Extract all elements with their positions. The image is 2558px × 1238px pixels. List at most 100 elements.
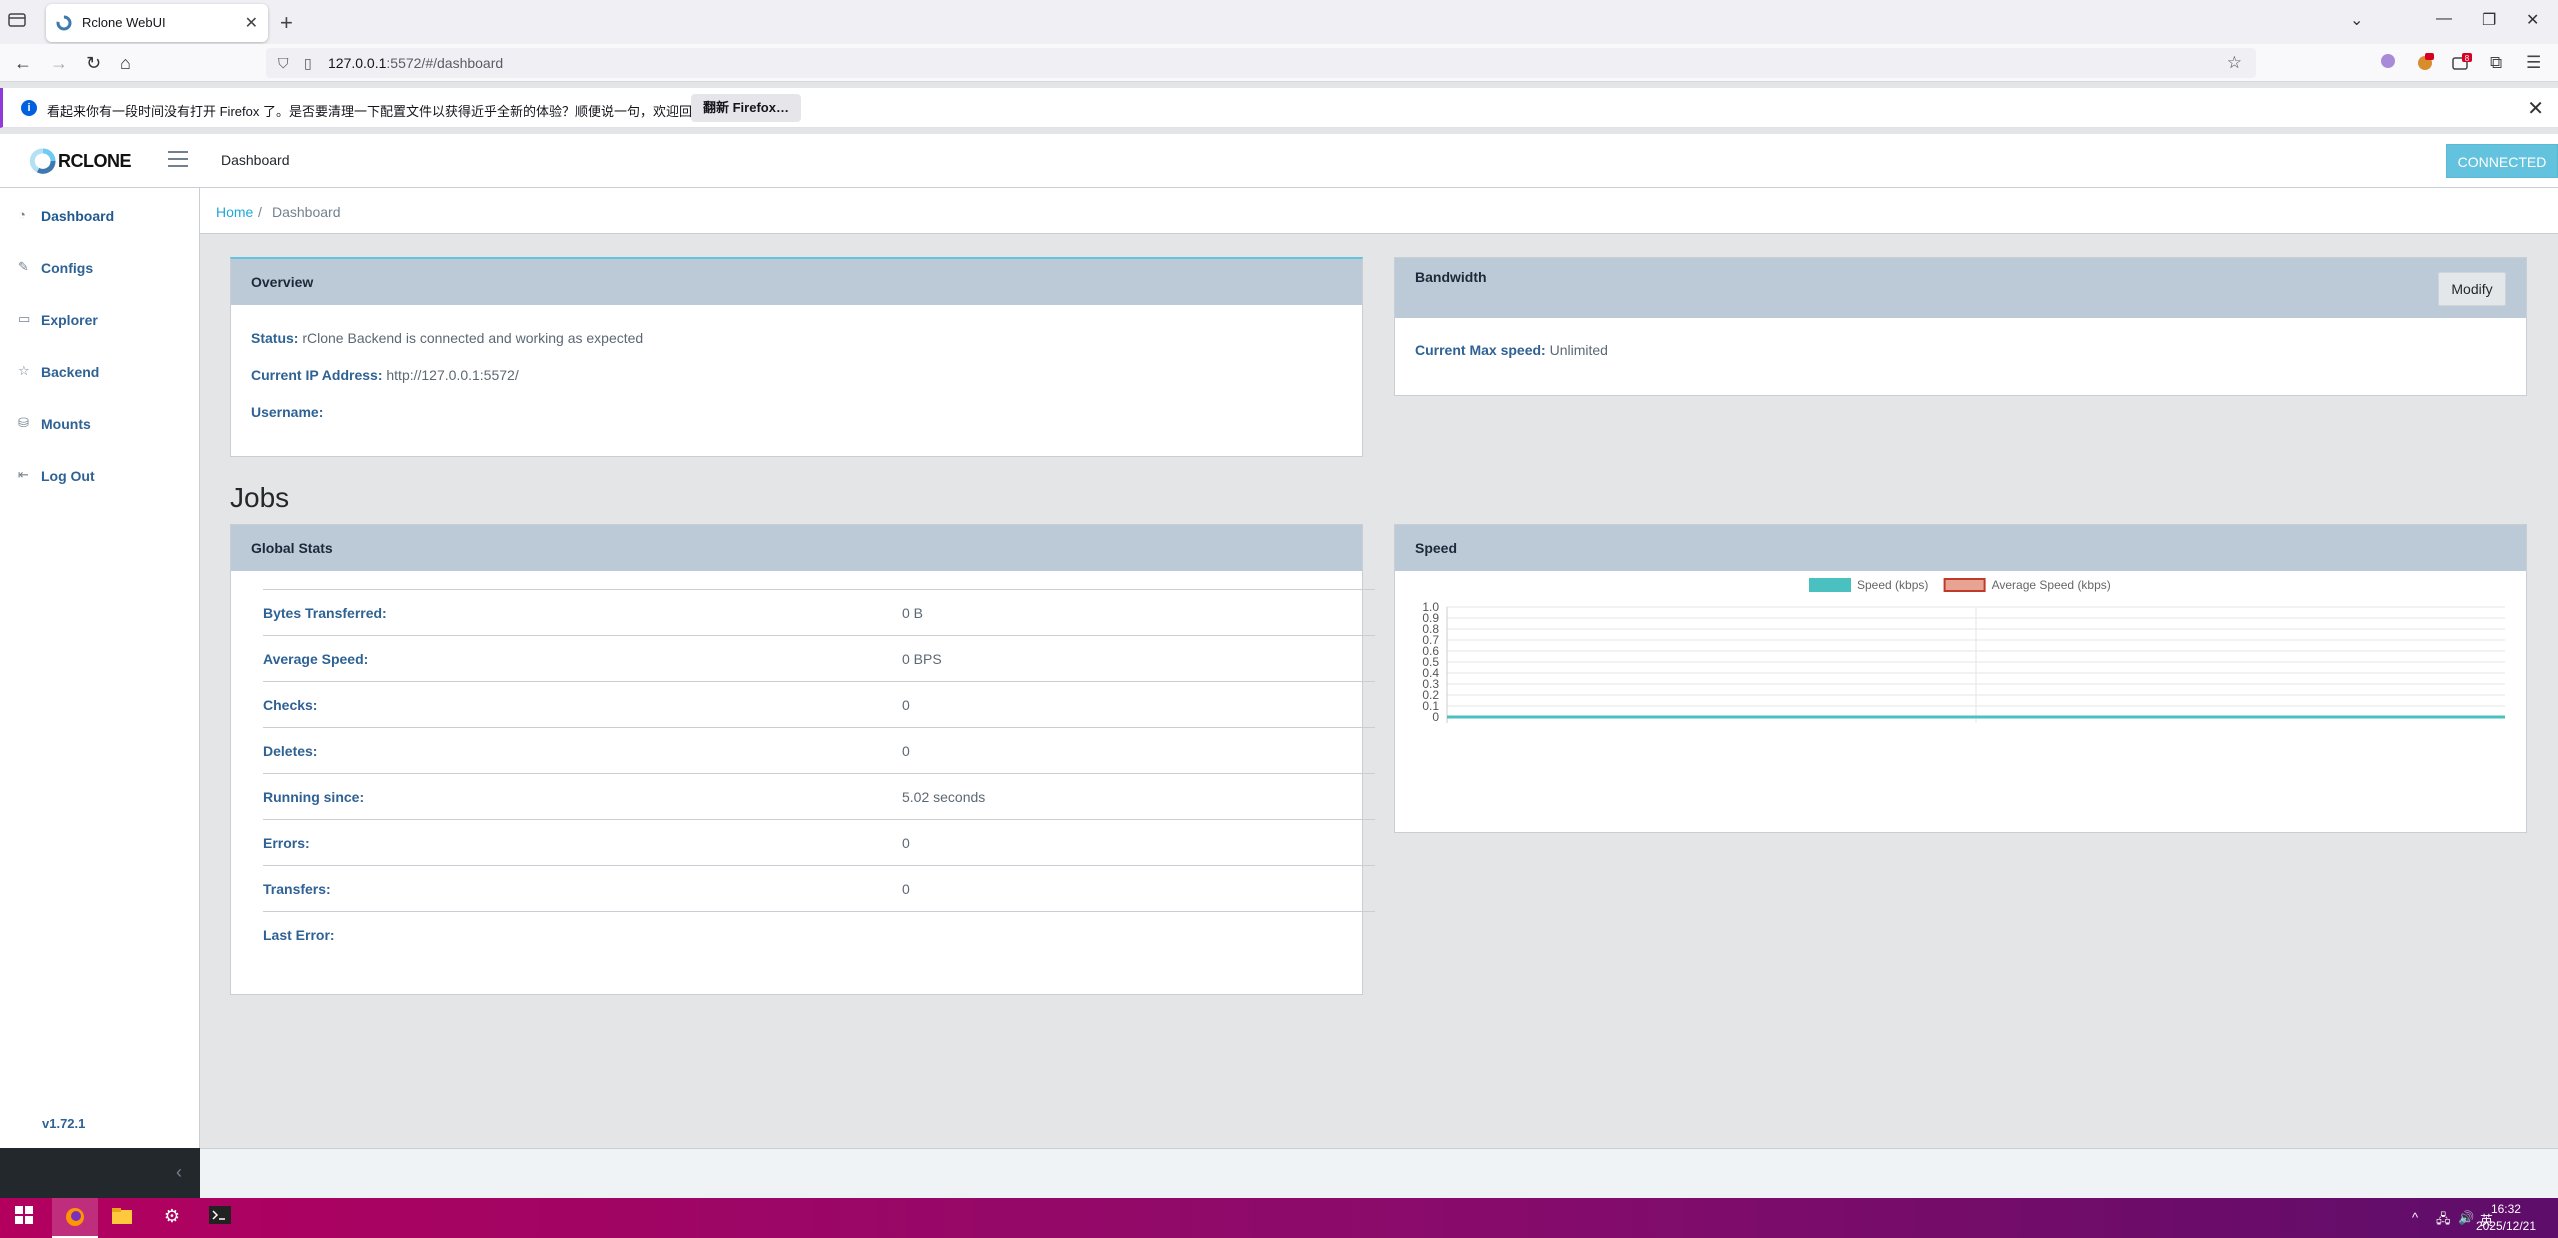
tray-chevron-up-icon[interactable]: ^ xyxy=(2412,1210,2418,1225)
bandwidth-card-title: Bandwidth xyxy=(1415,269,1487,285)
clock-date: 2025/12/21 xyxy=(2475,1219,2536,1233)
speed-card: Speed Speed (kbps) Average Speed (kbps) 1.… xyxy=(1394,524,2527,833)
bookmark-star-icon[interactable]: ☆ xyxy=(2227,53,2242,73)
restore-window-icon[interactable]: ❐ xyxy=(2482,10,2496,30)
speed-chart: Speed (kbps) Average Speed (kbps)1.00.90.… xyxy=(1422,578,2505,724)
extensions-puzzle-icon[interactable]: ⧉ xyxy=(2490,53,2502,73)
stats-row-key: Last Error: xyxy=(263,927,335,943)
global-stats-table: Bytes Transferred: 0 B Average Speed: 0 BPS… xyxy=(263,589,1375,957)
close-notification-icon[interactable]: ✕ xyxy=(2527,96,2544,121)
sidebar-item-backend[interactable]: ☆ Backend xyxy=(0,347,200,399)
firefox-notification-bar: i 看起来你有一段时间没有打开 Firefox 了。是否要清理一下配置文件以获得… xyxy=(0,88,2558,128)
network-icon[interactable]: 🖧 xyxy=(2436,1210,2451,1232)
sidebar-item-label: Dashboard xyxy=(41,208,115,224)
url-bar[interactable]: ⛉ ▯ 127.0.0.1:5572/#/dashboard ☆ xyxy=(266,48,2256,78)
legend-swatch[interactable] xyxy=(1943,578,1986,592)
browser-tab-rclone[interactable]: Rclone WebUI ✕ xyxy=(46,4,268,42)
shield-icon[interactable]: ⛉ xyxy=(278,55,289,72)
modify-bandwidth-button[interactable]: Modify xyxy=(2438,272,2506,306)
settings-gear-icon[interactable]: ⚙ xyxy=(160,1206,184,1230)
stats-row-key: Transfers: xyxy=(263,881,331,897)
jobs-title: Jobs xyxy=(230,482,290,513)
ip-label: Current IP Address: xyxy=(251,367,383,383)
stats-row-key: Average Speed: xyxy=(263,651,369,667)
refresh-firefox-button[interactable]: 翻新 Firefox… xyxy=(691,94,801,122)
back-icon[interactable]: ← xyxy=(14,53,32,74)
reload-icon[interactable]: ↻ xyxy=(86,53,101,74)
max-speed-value: Unlimited xyxy=(1549,342,1608,358)
logo-text: RCLONE xyxy=(58,151,132,171)
stats-row: Average Speed: 0 BPS xyxy=(263,635,1375,681)
sidebar-item-explorer[interactable]: ▭ Explorer xyxy=(0,295,200,347)
breadcrumb: Home / Dashboard xyxy=(200,188,2558,234)
sidebar-item-label: Explorer xyxy=(41,312,98,328)
global-stats-title: Global Stats xyxy=(231,525,1362,571)
firefox-taskbar-icon[interactable] xyxy=(63,1206,87,1230)
home-icon[interactable]: ⌂ xyxy=(120,53,131,74)
connected-status-button[interactable]: CONNECTED xyxy=(2446,144,2558,178)
overview-username: Username: xyxy=(251,404,323,420)
sidebar-item-mounts[interactable]: ⛁ Mounts xyxy=(0,399,200,451)
overview-card: Overview Status: rClone Backend is conne… xyxy=(230,257,1363,457)
status-label: Status: xyxy=(251,330,299,346)
close-tab-icon[interactable]: ✕ xyxy=(245,13,258,33)
legend-label[interactable]: Average Speed (kbps) xyxy=(1992,578,2111,592)
star-icon: ☆ xyxy=(18,363,30,378)
stats-row: Errors: 0 xyxy=(263,819,1375,865)
hamburger-menu-icon[interactable] xyxy=(168,151,188,167)
header-nav-dashboard[interactable]: Dashboard xyxy=(221,152,290,168)
sidebar-item-dashboard[interactable]: ◔ Dashboard xyxy=(0,191,200,243)
rclone-logo-icon[interactable] xyxy=(30,148,56,174)
rclone-favicon-icon xyxy=(56,15,72,31)
ip-value: http://127.0.0.1:5572/ xyxy=(386,367,519,383)
stats-row-value: 0 xyxy=(902,835,910,851)
speedometer-icon: ◔ xyxy=(18,207,26,222)
tab-list-icon[interactable] xyxy=(8,12,30,32)
sidebar-minimizer-button[interactable]: ‹ xyxy=(0,1148,200,1198)
terminal-taskbar-icon[interactable] xyxy=(208,1206,232,1230)
overview-ip: Current IP Address: http://127.0.0.1:557… xyxy=(251,367,519,383)
list-all-tabs-icon[interactable]: ⌄ xyxy=(2350,10,2363,30)
minimize-window-icon[interactable]: — xyxy=(2436,10,2452,28)
sidebar-item-label: Configs xyxy=(41,260,94,276)
chevron-left-icon: ‹ xyxy=(176,1162,182,1182)
url-path: :5572/#/dashboard xyxy=(386,55,504,71)
notification-text: 看起来你有一段时间没有打开 Firefox 了。是否要清理一下配置文件以获得近乎… xyxy=(47,104,718,119)
menu-icon[interactable]: ☰ xyxy=(2526,53,2541,73)
page-info-icon[interactable]: ▯ xyxy=(304,55,312,72)
sidebar-item-logout[interactable]: ⇤ Log Out xyxy=(0,451,200,503)
close-window-icon[interactable]: ✕ xyxy=(2526,10,2539,30)
stats-row-key: Running since: xyxy=(263,789,365,805)
clock-time: 16:32 xyxy=(2490,1202,2521,1216)
bandwidth-card: Bandwidth Modify Current Max speed: Unli… xyxy=(1394,257,2527,396)
sidebar-item-configs[interactable]: ✎ Configs xyxy=(0,243,200,295)
legend-label[interactable]: Speed (kbps) xyxy=(1857,578,1928,592)
extension-badge-icon[interactable] xyxy=(2416,53,2434,76)
new-tab-icon[interactable]: + xyxy=(280,10,293,36)
extension-circle-icon[interactable] xyxy=(2380,53,2396,74)
breadcrumb-home-link[interactable]: Home xyxy=(216,204,253,220)
stats-row-key: Bytes Transferred: xyxy=(263,605,387,621)
overview-status: Status: rClone Backend is connected and … xyxy=(251,330,643,346)
stats-row-key: Checks: xyxy=(263,697,318,713)
speed-card-title: Speed xyxy=(1395,525,2526,571)
info-icon: i xyxy=(21,100,37,116)
app-footer xyxy=(200,1148,2558,1198)
stats-row-value: 5.02 seconds xyxy=(902,789,986,805)
volume-icon[interactable]: 🔊 xyxy=(2458,1210,2474,1226)
file-explorer-taskbar-icon[interactable] xyxy=(110,1206,134,1230)
taskbar-clock[interactable]: 16:32 2025/12/21 xyxy=(2476,1201,2536,1235)
legend-swatch[interactable] xyxy=(1809,578,1851,592)
stats-row-value: 0 xyxy=(902,743,910,759)
stats-row: Bytes Transferred: 0 B xyxy=(263,589,1375,635)
stats-row-value: 0 xyxy=(902,697,910,713)
stats-row-key: Deletes: xyxy=(263,743,318,759)
y-tick-label: 0 xyxy=(1432,710,1439,724)
username-label: Username: xyxy=(251,404,324,420)
stats-row-value: 0 BPS xyxy=(902,651,942,667)
sidebar: ◔ Dashboard ✎ Configs ▭ Explorer ☆ Backe… xyxy=(0,188,200,1148)
forward-icon[interactable]: → xyxy=(50,53,68,74)
url-host: 127.0.0.1 xyxy=(328,55,387,71)
windows-start-icon[interactable] xyxy=(12,1206,36,1230)
downloads-extension-icon[interactable]: 8 xyxy=(2452,53,2472,76)
